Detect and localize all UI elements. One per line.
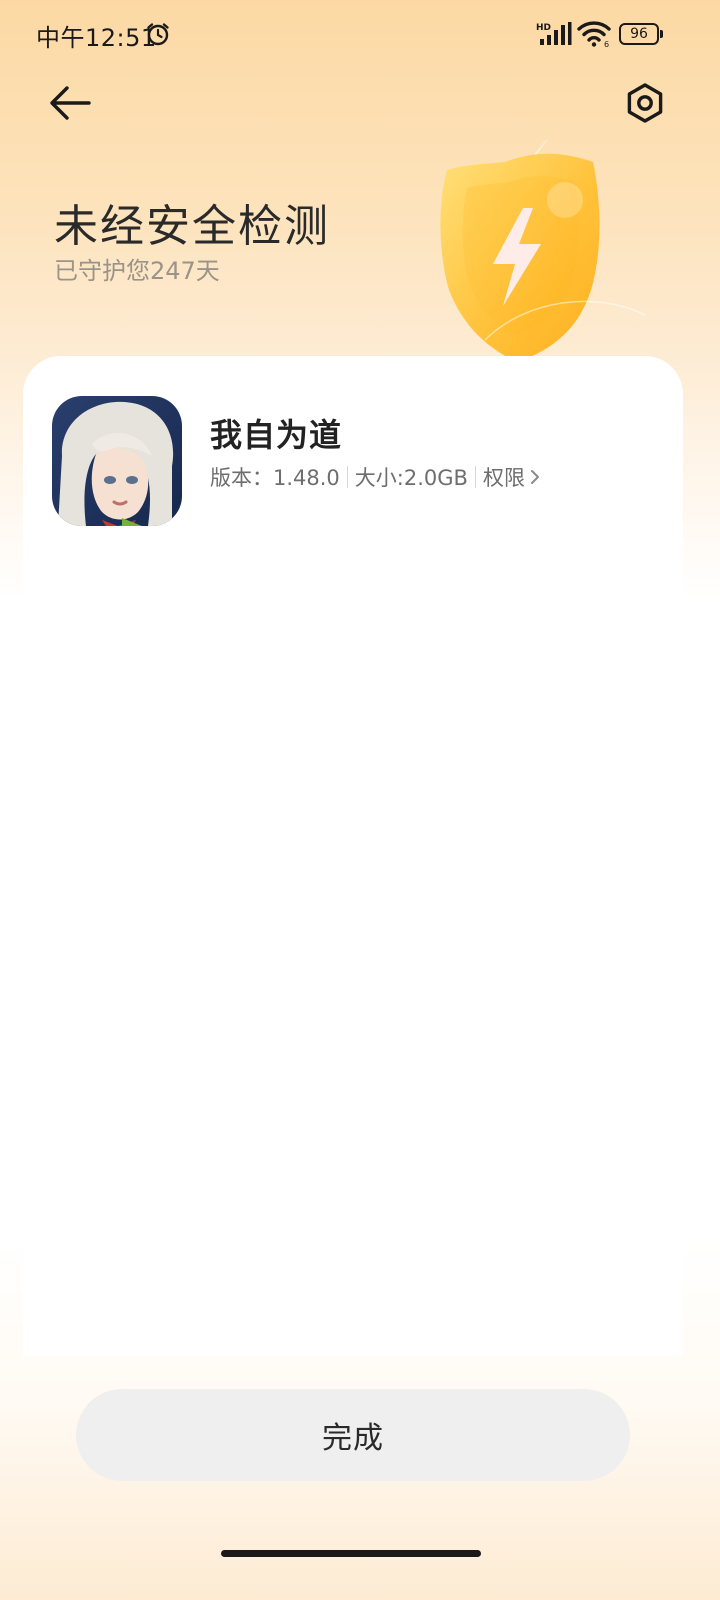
app-portrait-icon <box>52 396 182 526</box>
battery-level: 96 <box>630 26 648 42</box>
status-bar: 中午12:51 HD 6 96 <box>0 0 720 70</box>
signal-icon: HD <box>536 22 572 45</box>
battery-icon: 96 <box>619 23 659 45</box>
status-time: 中午12:51 <box>36 24 157 52</box>
network-badge: HD <box>536 23 551 33</box>
wifi-badge: 6 <box>604 40 609 48</box>
app-size: 大小:2.0GB <box>354 466 468 490</box>
back-button[interactable] <box>44 78 98 128</box>
app-version: 版本：1.48.0 <box>210 466 340 490</box>
settings-icon <box>627 83 663 123</box>
done-button[interactable]: 完成 <box>76 1389 630 1481</box>
back-arrow-icon <box>50 86 91 120</box>
settings-button[interactable] <box>618 76 672 130</box>
alarm-icon <box>147 23 169 46</box>
app-meta-row: 版本：1.48.0 大小:2.0GB 权限 <box>210 462 541 492</box>
wifi-icon: 6 <box>577 21 611 48</box>
meta-divider <box>346 466 348 488</box>
home-indicator <box>221 1550 481 1557</box>
app-name: 我自为道 <box>210 416 343 454</box>
protected-days-text: 已守护您247天 <box>54 257 220 285</box>
permissions-link[interactable]: 权限 <box>483 462 541 492</box>
battery-tip <box>660 30 663 38</box>
chevron-right-icon <box>530 470 539 484</box>
shield-lightning-icon <box>440 140 646 362</box>
app-icon <box>52 396 182 526</box>
page-title: 未经安全检测 <box>54 201 330 252</box>
permissions-label: 权限 <box>482 466 525 490</box>
meta-divider <box>474 466 476 488</box>
